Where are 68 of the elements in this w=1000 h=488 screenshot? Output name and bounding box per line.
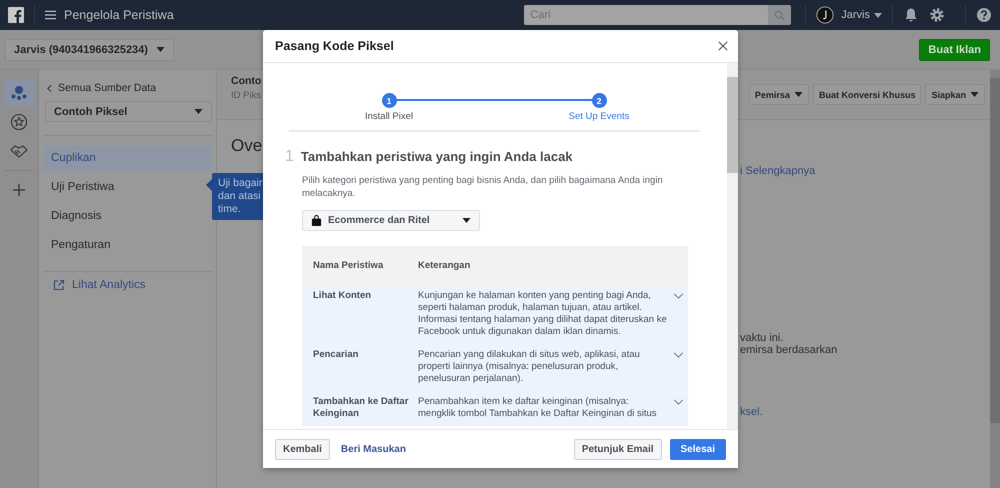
back-button[interactable]: Kembali bbox=[275, 438, 330, 460]
caret-icon bbox=[194, 109, 203, 114]
event-description: Penambahkan item ke daftar keinginan (misalnya: mengklik tombol Tambahkan ke Daftar Keinginan di situs bbox=[418, 396, 658, 420]
bell-icon[interactable] bbox=[903, 7, 919, 23]
scrollbar-thumb[interactable] bbox=[727, 77, 738, 173]
step-number: 2 bbox=[592, 93, 606, 108]
menu-icon[interactable] bbox=[45, 10, 56, 20]
column-header: Nama Peristiwa bbox=[313, 260, 384, 271]
pixel-id: ID Piks bbox=[231, 90, 262, 100]
analytics-link[interactable]: Lihat Analytics bbox=[43, 279, 212, 291]
account-dropdown[interactable]: Jarvis (940341966325234) bbox=[5, 38, 174, 60]
column-header: Keterangan bbox=[418, 260, 470, 271]
facebook-logo-icon[interactable] bbox=[8, 7, 24, 23]
caret-icon[interactable] bbox=[874, 12, 882, 18]
chevron-down-icon[interactable] bbox=[673, 352, 684, 358]
event-name: Tambahkan ke Daftar Keinginan bbox=[313, 396, 410, 420]
source-dropdown[interactable]: Contoh Piksel bbox=[45, 101, 212, 122]
close-icon[interactable] bbox=[718, 41, 728, 51]
link[interactable]: i Selengkapnya bbox=[740, 165, 838, 177]
event-name: Pencarian bbox=[313, 349, 360, 362]
sidebar-item[interactable]: Diagnosis bbox=[43, 203, 212, 229]
event-name: Lihat Konten bbox=[313, 290, 372, 303]
caret-icon bbox=[462, 218, 471, 223]
caret-icon bbox=[970, 92, 979, 97]
app-title: Pengelola Peristiwa bbox=[64, 8, 174, 22]
section-description: Pilih kategori peristiwa yang penting bagi bisnis Anda, dan pilih bagaimana Anda ingin melacaknya. bbox=[302, 174, 664, 200]
search-icon bbox=[774, 10, 786, 20]
step-label: Set Up Events bbox=[568, 111, 630, 122]
section-number: 1 bbox=[285, 148, 294, 166]
people-icon bbox=[10, 84, 28, 102]
email-instructions-button[interactable]: Petunjuk Email bbox=[574, 438, 662, 460]
sidebar-item[interactable]: Pengaturan bbox=[43, 232, 212, 258]
pixel-title: Conto bbox=[231, 74, 262, 86]
step-number: 1 bbox=[382, 93, 396, 108]
toolbar-button[interactable]: Pemirsa bbox=[748, 84, 809, 105]
add-icon bbox=[12, 183, 26, 197]
external-link-icon bbox=[53, 279, 65, 291]
chevron-down-icon[interactable] bbox=[673, 399, 684, 405]
user-name[interactable]: Jarvis bbox=[841, 9, 870, 21]
event-description: Pencarian yang dilakukan di situs web, aplikasi, atau properti lainnya (misalnya: penelusuran produk, penelusuran perjalanan). bbox=[418, 349, 641, 385]
settings-icon[interactable] bbox=[929, 7, 945, 23]
feedback-link[interactable]: Beri Masukan bbox=[340, 444, 406, 454]
sidebar-item[interactable]: Cuplikan bbox=[43, 145, 212, 171]
caret-icon bbox=[794, 92, 803, 97]
toolbar-button[interactable]: Buat Konversi Khusus bbox=[812, 84, 922, 105]
link[interactable]: ksel. bbox=[740, 406, 838, 418]
toolbar-button[interactable]: Siapkan bbox=[925, 84, 985, 105]
body-text: emirsa berdasarkan bbox=[740, 344, 838, 356]
help-icon[interactable] bbox=[976, 7, 992, 23]
sidebar-item[interactable]: Uji Peristiwa bbox=[43, 174, 212, 200]
search-button[interactable] bbox=[768, 5, 792, 25]
chevron-down-icon[interactable] bbox=[673, 293, 684, 299]
create-ad-button[interactable]: Buat Iklan bbox=[919, 38, 990, 60]
dialog-title: Pasang Kode Piksel bbox=[275, 39, 395, 53]
category-dropdown[interactable]: Ecommerce dan Ritel bbox=[302, 210, 480, 231]
avatar-icon[interactable] bbox=[816, 6, 834, 24]
back-link[interactable]: Semua Sumber Data bbox=[43, 82, 212, 94]
chevron-left-icon bbox=[47, 84, 52, 92]
shopping-bag-icon bbox=[311, 215, 322, 226]
body-text: vaktu ini. bbox=[740, 332, 784, 344]
section-heading: Tambahkan peristiwa yang ingin Anda lacak bbox=[300, 149, 573, 164]
done-button[interactable]: Selesai bbox=[670, 438, 726, 460]
overview-heading: Ove bbox=[231, 136, 262, 156]
people-nav-button[interactable] bbox=[3, 80, 35, 106]
event-description: Kunjungan ke halaman konten yang penting bagi Anda, seperti halaman produk, halaman tujuan, atau artikel. Informasi tentang halaman yang dilihat dapat diteruskan ke Facebook untuk digunakan dalam iklan dinamis. bbox=[418, 290, 668, 338]
scrollbar-thumb[interactable] bbox=[990, 78, 1000, 423]
step-label: Install Pixel bbox=[364, 111, 414, 122]
caret-icon bbox=[156, 47, 165, 52]
